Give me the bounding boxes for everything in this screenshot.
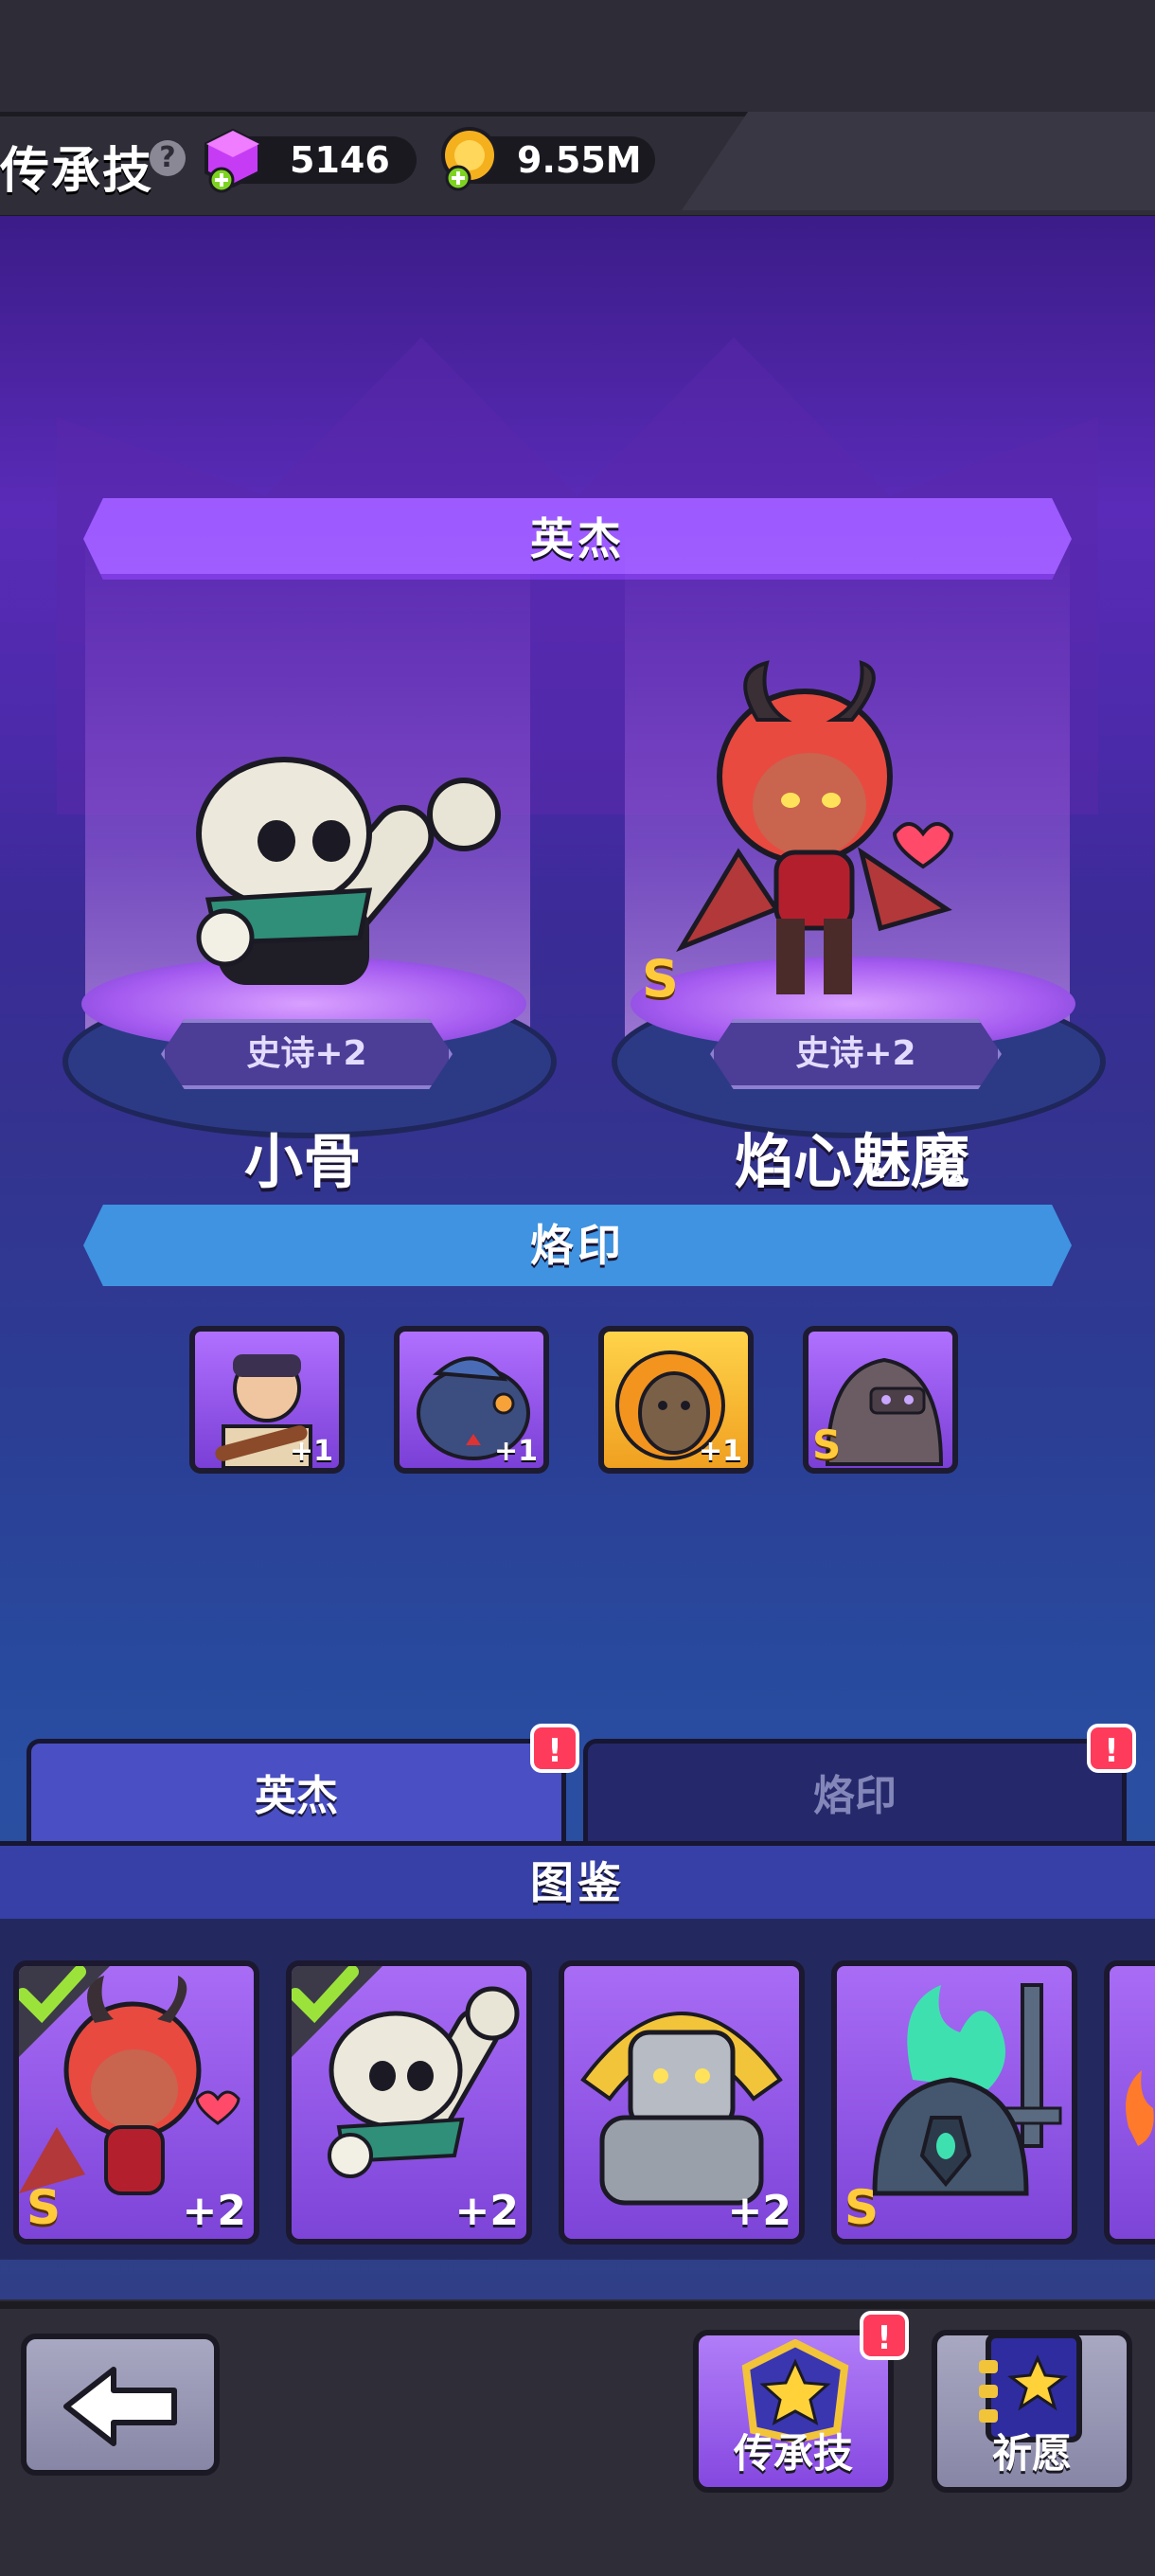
legacy-alert-badge: ! bbox=[860, 2311, 909, 2360]
tab-imprint[interactable]: 烙印 bbox=[583, 1739, 1127, 1845]
fire-portrait-icon bbox=[1126, 2070, 1154, 2146]
hero-rank-right: 史诗+2 bbox=[710, 1019, 1002, 1089]
codex-card-4[interactable]: S bbox=[831, 1960, 1077, 2245]
codex-card-3[interactable]: +2 bbox=[559, 1960, 805, 2245]
codex-card-4-grade: S bbox=[844, 2180, 880, 2235]
imprint-slot-1[interactable]: +1 bbox=[189, 1326, 345, 1474]
codex-card-5-partial[interactable] bbox=[1104, 1960, 1155, 2245]
imprint-slot-3-badge: +1 bbox=[698, 1435, 742, 1468]
back-arrow-icon bbox=[63, 2367, 177, 2446]
codex-card-1[interactable]: S +2 bbox=[13, 1960, 259, 2245]
page-title: 传承技 bbox=[0, 143, 154, 200]
imprint-slot-4-grade: S bbox=[812, 1422, 842, 1468]
imprint-slot-1-badge: +1 bbox=[289, 1435, 333, 1468]
gem-icon[interactable] bbox=[201, 127, 265, 193]
help-icon[interactable]: ? bbox=[150, 140, 186, 176]
tab-imprint-alert-badge: ! bbox=[1087, 1724, 1136, 1773]
hero-name-left: 小骨 bbox=[243, 1127, 362, 1196]
codex-card-2[interactable]: +2 bbox=[286, 1960, 532, 2245]
top-bar-slant bbox=[682, 112, 1155, 210]
imprint-slot-4[interactable]: S bbox=[803, 1326, 958, 1474]
codex-card-1-badge: +2 bbox=[182, 2187, 246, 2235]
tab-heroes[interactable]: 英杰 bbox=[27, 1739, 566, 1845]
hero-grade-right: S bbox=[642, 949, 679, 1009]
tab-heroes-alert-badge: ! bbox=[530, 1724, 579, 1773]
imprint-slot-2[interactable]: +1 bbox=[394, 1326, 549, 1474]
gold-coin-icon[interactable] bbox=[435, 125, 502, 193]
hero-rank-left: 史诗+2 bbox=[161, 1019, 453, 1089]
succubus-hero[interactable] bbox=[676, 660, 1004, 1004]
skeleton-hero[interactable] bbox=[189, 757, 540, 1004]
hero-name-right: 焰心魅魔 bbox=[734, 1127, 969, 1196]
legacy-skill-label: 传承技 bbox=[733, 2430, 853, 2477]
wish-label: 祈愿 bbox=[991, 2430, 1072, 2477]
checkmark-icon bbox=[292, 1966, 382, 2057]
imprint-slot-2-badge: +1 bbox=[493, 1435, 538, 1468]
checkmark-icon bbox=[19, 1966, 110, 2057]
imprint-banner: 烙印 bbox=[83, 1205, 1072, 1286]
wish-button[interactable]: 祈愿 bbox=[932, 2330, 1132, 2493]
codex-card-3-badge: +2 bbox=[727, 2187, 791, 2235]
codex-card-1-grade: S bbox=[27, 2180, 62, 2235]
imprint-slot-3[interactable]: +1 bbox=[598, 1326, 754, 1474]
codex-title: 图鉴 bbox=[0, 1841, 1155, 1928]
back-button[interactable] bbox=[21, 2334, 220, 2476]
codex-card-2-badge: +2 bbox=[454, 2187, 519, 2235]
status-bar-area bbox=[0, 0, 1155, 112]
